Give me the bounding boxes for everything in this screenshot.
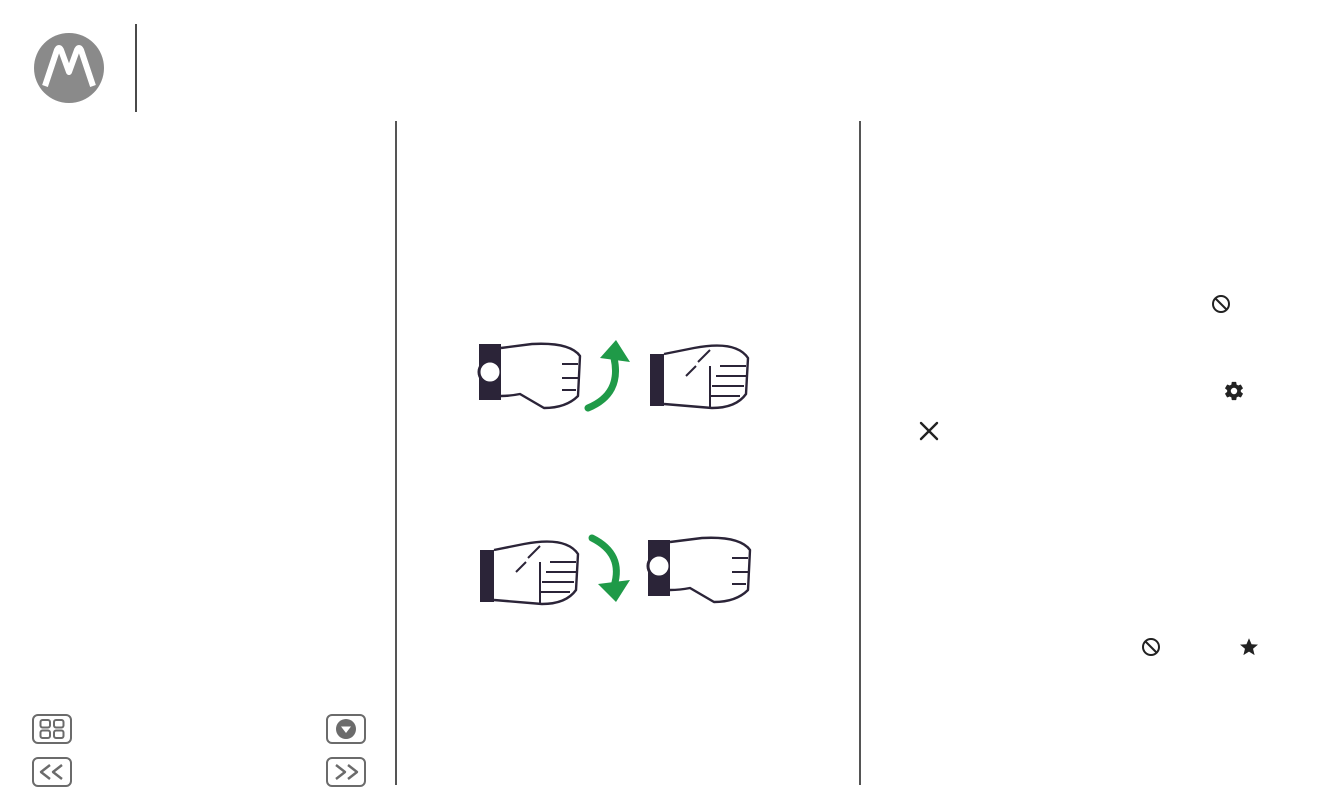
star-icon [1240, 638, 1258, 656]
block-icon [1212, 295, 1230, 313]
hand-watch-face-icon [646, 536, 752, 604]
column-divider [395, 121, 397, 785]
next-button[interactable] [326, 757, 366, 787]
wrist-twist-up-illustration [477, 340, 750, 412]
more-button[interactable] [326, 714, 366, 744]
hand-band-icon [650, 344, 750, 410]
back-button[interactable] [32, 757, 72, 787]
settings-gear-icon [1225, 381, 1243, 401]
column-divider [859, 121, 861, 785]
dropdown-icon [336, 719, 356, 739]
hand-band-icon [480, 540, 580, 606]
motorola-logo-icon [34, 33, 104, 103]
hand-watch-face-icon [477, 342, 582, 410]
header-divider [135, 24, 137, 112]
wrist-twist-down-illustration [480, 534, 752, 606]
arrow-up-icon [600, 340, 630, 362]
close-icon [919, 421, 939, 441]
block-icon [1142, 638, 1160, 656]
next-arrow-icon [335, 764, 359, 780]
menu-button[interactable] [32, 714, 72, 744]
back-arrow-icon [39, 764, 63, 780]
arrow-down-icon [598, 580, 630, 602]
grid-menu-icon [39, 719, 65, 739]
